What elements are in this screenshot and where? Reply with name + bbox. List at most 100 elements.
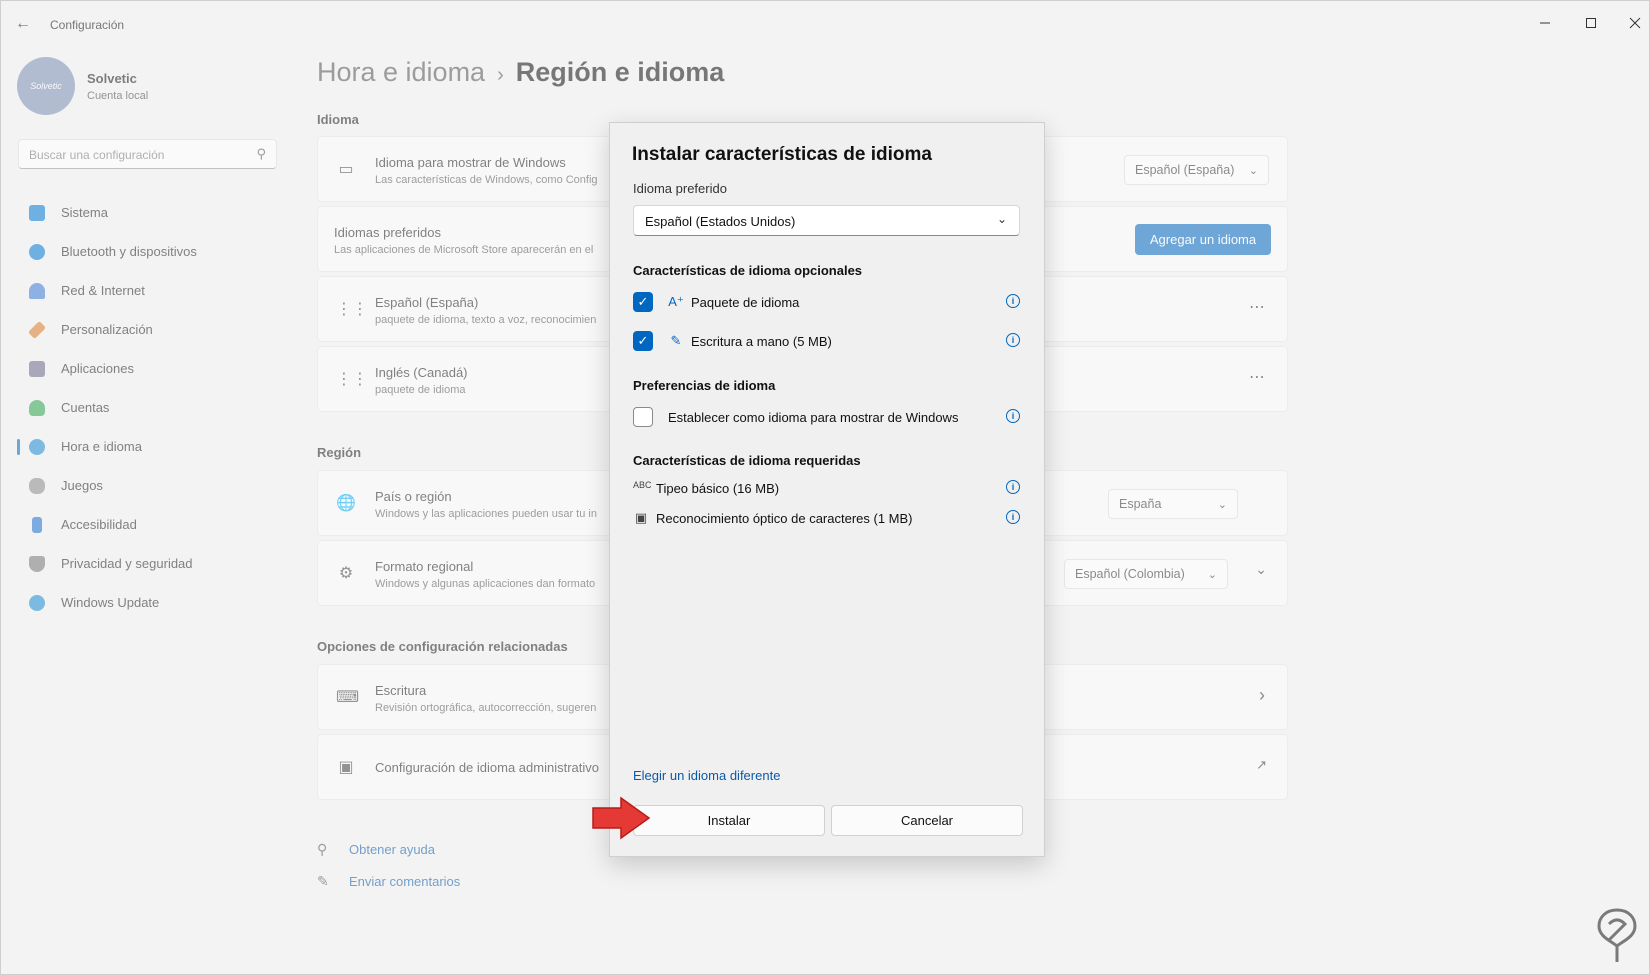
avatar: Solvetic [17, 57, 75, 115]
sidebar-item-personalization[interactable]: Personalización [17, 310, 282, 349]
settings-window: ← Configuración Solvetic Solvetic Cuenta… [0, 0, 1650, 975]
sidebar-nav: Sistema Bluetooth y dispositivos Red & I… [17, 193, 282, 622]
profile-name: Solvetic [87, 71, 137, 86]
dialog-title: Instalar características de idioma [632, 144, 932, 165]
dropdown-value: Español (España) [1135, 163, 1235, 177]
card-subtitle: paquete de idioma, texto a voz, reconoci… [375, 314, 597, 326]
regional-format-icon: ⚙ [338, 565, 354, 582]
sidebar-item-label: Cuentas [61, 400, 110, 415]
card-title: Idioma para mostrar de Windows [375, 155, 566, 170]
option-handwriting[interactable]: ✓ ✎ Escritura a mano (5 MB) i [633, 330, 1020, 354]
card-title: Español (España) [375, 295, 479, 310]
close-button[interactable] [1617, 9, 1650, 37]
external-link-icon: ↗ [1256, 757, 1267, 772]
country-dropdown[interactable]: España ⌄ [1108, 489, 1238, 519]
info-icon[interactable]: i [1006, 480, 1020, 494]
brush-icon [27, 320, 47, 339]
feedback-link[interactable]: Enviar comentarios [349, 874, 460, 889]
sidebar-item-label: Juegos [61, 478, 103, 493]
sidebar-item-apps[interactable]: Aplicaciones [17, 349, 282, 388]
person-icon [29, 399, 45, 416]
card-title: País o región [375, 489, 452, 504]
install-button[interactable]: Instalar [633, 805, 825, 836]
search-input[interactable]: Buscar una configuración ⚲ [18, 139, 277, 169]
install-language-dialog: Instalar características de idioma Idiom… [609, 122, 1045, 857]
card-subtitle: Windows y algunas aplicaciones dan forma… [375, 578, 596, 590]
info-icon[interactable]: i [1006, 333, 1020, 347]
help-link[interactable]: Obtener ayuda [349, 842, 435, 857]
card-subtitle: Revisión ortográfica, autocorrección, su… [375, 702, 597, 714]
cancel-button[interactable]: Cancelar [831, 805, 1023, 836]
page-title: Región e idioma [515, 57, 725, 87]
sidebar-item-bluetooth[interactable]: Bluetooth y dispositivos [17, 232, 282, 271]
card-title: Formato regional [375, 559, 474, 574]
chevron-down-icon: ⌄ [1217, 498, 1227, 511]
dropdown-value: Español (Colombia) [1075, 567, 1185, 581]
search-placeholder: Buscar una configuración [29, 148, 165, 162]
display-language-dropdown[interactable]: Español (España) ⌄ [1124, 155, 1269, 185]
option-label: Paquete de idioma [691, 295, 800, 310]
add-language-button[interactable]: Agregar un idioma [1135, 224, 1271, 255]
globe-icon: 🌐 [336, 495, 356, 512]
chevron-down-icon: ⌄ [996, 212, 1007, 226]
option-label: Establecer como idioma para mostrar de W… [668, 410, 959, 425]
checkbox-checked[interactable]: ✓ [633, 292, 653, 312]
sidebar-item-label: Privacidad y seguridad [61, 556, 193, 571]
sidebar-item-gaming[interactable]: Juegos [17, 466, 282, 505]
wifi-icon [29, 282, 45, 299]
help-icon: ⚲ [317, 841, 328, 857]
more-options-icon[interactable]: ⋯ [1249, 367, 1265, 387]
ocr-camera-icon: ▣ [634, 510, 648, 525]
globe-clock-icon [29, 438, 45, 455]
back-arrow-icon[interactable]: ← [15, 15, 35, 35]
admin-shield-icon: ▣ [338, 759, 354, 776]
sidebar-item-sistema[interactable]: Sistema [17, 193, 282, 232]
choose-different-language-link[interactable]: Elegir un idioma diferente [633, 768, 780, 783]
maximize-icon [1586, 18, 1596, 28]
handwriting-icon: ✎ [670, 333, 682, 348]
regional-format-dropdown[interactable]: Español (Colombia) ⌄ [1064, 559, 1228, 589]
sidebar-item-network[interactable]: Red & Internet [17, 271, 282, 310]
info-icon[interactable]: i [1006, 510, 1020, 524]
card-title: Inglés (Canadá) [375, 365, 468, 380]
annotation-arrow-icon [592, 796, 651, 840]
card-title: Idiomas preferidos [334, 225, 441, 240]
abc-icon: ABC [633, 480, 652, 490]
required-ocr: ▣ Reconocimiento óptico de caracteres (1… [633, 507, 1020, 531]
sidebar-item-accounts[interactable]: Cuentas [17, 388, 282, 427]
sidebar-item-windows-update[interactable]: Windows Update [17, 583, 282, 622]
minimize-icon [1540, 22, 1550, 24]
section-title-related: Opciones de configuración relacionadas [317, 639, 568, 654]
maximize-button[interactable] [1573, 9, 1609, 37]
option-language-pack[interactable]: ✓ A⁺ Paquete de idioma i [633, 291, 1020, 315]
drag-handle-icon[interactable]: ⋮⋮ [336, 299, 368, 319]
sidebar-item-label: Windows Update [61, 595, 160, 610]
sidebar-item-accessibility[interactable]: Accesibilidad [17, 505, 282, 544]
sidebar-item-label: Bluetooth y dispositivos [61, 244, 197, 259]
monitor-icon [29, 204, 45, 221]
gamepad-icon [29, 477, 45, 494]
sidebar-item-time-language[interactable]: Hora e idioma [17, 427, 282, 466]
info-icon[interactable]: i [1006, 294, 1020, 308]
card-subtitle: paquete de idioma [375, 384, 466, 396]
optional-features-header: Características de idioma opcionales [633, 263, 863, 278]
info-icon[interactable]: i [1006, 409, 1020, 423]
breadcrumb-parent[interactable]: Hora e idioma [317, 57, 485, 87]
sidebar-item-privacy[interactable]: Privacidad y seguridad [17, 544, 282, 583]
sidebar-item-label: Red & Internet [61, 283, 145, 298]
language-pack-icon: A⁺ [668, 294, 684, 309]
option-set-display-language[interactable]: Establecer como idioma para mostrar de W… [633, 406, 1020, 430]
section-title-region: Región [317, 445, 362, 460]
chevron-down-icon: ⌄ [1207, 568, 1217, 581]
preferred-language-select[interactable]: Español (Estados Unidos) ⌄ [633, 205, 1020, 236]
minimize-button[interactable] [1527, 9, 1563, 37]
update-icon [29, 594, 45, 611]
sidebar-item-label: Accesibilidad [61, 517, 137, 532]
expand-chevron-icon[interactable]: ⌄ [1255, 561, 1267, 578]
drag-handle-icon[interactable]: ⋮⋮ [336, 369, 368, 389]
checkbox-unchecked[interactable] [633, 407, 653, 427]
dropdown-value: España [1119, 497, 1162, 511]
required-label: Tipeo básico (16 MB) [656, 481, 780, 496]
more-options-icon[interactable]: ⋯ [1249, 297, 1265, 317]
checkbox-checked[interactable]: ✓ [633, 331, 653, 351]
